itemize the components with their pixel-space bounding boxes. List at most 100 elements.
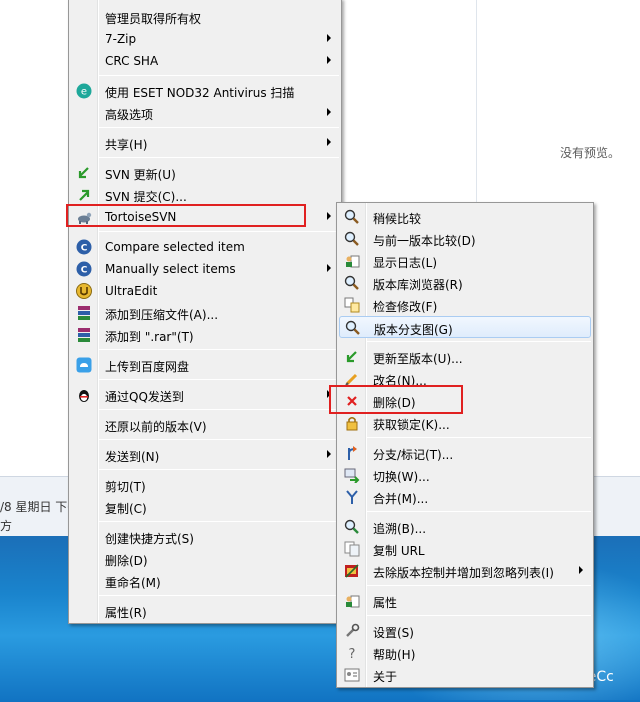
submenu-item-switch[interactable]: 切换(W)... [339, 464, 591, 486]
svn-update-icon [78, 167, 89, 179]
menu-separator [367, 615, 591, 616]
winrar-icon [78, 328, 90, 342]
submenu-item-merge[interactable]: 合并(M)... [339, 486, 591, 508]
ultraedit-icon [76, 283, 92, 299]
menu-item-add-to-archive[interactable]: 添加到压缩文件(A)... [71, 302, 339, 324]
submenu-item-check-modifications[interactable]: 检查修改(F) [339, 294, 591, 316]
menu-item-crc-sha[interactable]: CRC SHA [71, 50, 339, 72]
submenu-arrow-icon [327, 56, 331, 64]
submenu-arrow-icon [327, 34, 331, 42]
menu-item-advanced-options[interactable]: 高级选项 [71, 102, 339, 124]
menu-item-delete[interactable]: 删除(D) [71, 548, 339, 570]
menu-item-baidu-upload[interactable]: 上传到百度网盘 [71, 354, 339, 376]
menu-item-take-ownership[interactable]: 管理员取得所有权 [71, 6, 339, 28]
submenu-item-revision-graph[interactable]: 版本分支图(G) [339, 316, 591, 338]
submenu-item-help[interactable]: ? 帮助(H) [339, 642, 591, 664]
svg-text:?: ? [349, 647, 356, 661]
about-icon [344, 668, 360, 682]
submenu-item-copy-url[interactable]: 复制 URL [339, 538, 591, 560]
revision-graph-icon [345, 320, 360, 335]
switch-icon [344, 468, 360, 483]
lock-icon [346, 416, 358, 431]
menu-separator [99, 469, 339, 470]
submenu-item-blame[interactable]: 追溯(B)... [339, 516, 591, 538]
help-icon: ? [349, 647, 356, 661]
menu-separator [99, 439, 339, 440]
update-icon [346, 351, 357, 363]
menu-separator [367, 341, 591, 342]
settings-icon [346, 623, 360, 637]
menu-item-add-to-rar[interactable]: 添加到 ".rar"(T) [71, 324, 339, 346]
menu-separator [99, 379, 339, 380]
submenu-arrow-icon [327, 450, 331, 458]
magnifier-icon [344, 231, 359, 246]
menu-item-qq-send[interactable]: 通过QQ发送到 [71, 384, 339, 406]
menu-item-rename[interactable]: 重命名(M) [71, 570, 339, 592]
merge-icon [346, 490, 358, 504]
qq-icon [79, 390, 89, 402]
menu-item-restore-previous[interactable]: 还原以前的版本(V) [71, 414, 339, 436]
svg-text:C: C [81, 244, 88, 254]
menu-separator [99, 349, 339, 350]
submenu-arrow-icon [327, 264, 331, 272]
ignore-icon [345, 564, 359, 578]
compare-icon: C [76, 239, 92, 255]
submenu-item-settings[interactable]: 设置(S) [339, 620, 591, 642]
menu-separator [367, 585, 591, 586]
annotation-box-tortoisesvn [66, 204, 306, 227]
baidu-cloud-icon [76, 357, 92, 373]
blame-icon [344, 519, 359, 534]
no-preview-text: 没有预览。 [560, 146, 621, 160]
menu-separator [99, 75, 339, 76]
eset-icon: e [76, 83, 92, 99]
menu-item-copy[interactable]: 复制(C) [71, 496, 339, 518]
submenu-item-branch-tag[interactable]: 分支/标记(T)... [339, 442, 591, 464]
compare-icon: C [76, 261, 92, 277]
menu-item-compare-selected[interactable]: C Compare selected item [71, 236, 339, 258]
submenu-arrow-icon [579, 566, 583, 574]
submenu-item-repo-browser[interactable]: 版本库浏览器(R) [339, 272, 591, 294]
menu-separator [99, 595, 339, 596]
menu-separator [99, 409, 339, 410]
properties-icon [346, 595, 360, 608]
log-icon [346, 255, 360, 268]
menu-item-svn-update[interactable]: SVN 更新(U) [71, 162, 339, 184]
menu-item-ultraedit[interactable]: UltraEdit [71, 280, 339, 302]
copy-url-icon [344, 541, 360, 557]
menu-item-7zip[interactable]: 7-Zip [71, 28, 339, 50]
menu-item-share[interactable]: 共享(H) [71, 132, 339, 154]
winrar-icon [78, 306, 90, 320]
menu-item-create-shortcut[interactable]: 创建快捷方式(S) [71, 526, 339, 548]
svn-commit-icon [79, 189, 90, 201]
context-menu: 管理员取得所有权 7-Zip CRC SHA e 使用 ESET NOD32 A… [68, 0, 342, 624]
menu-item-cut[interactable]: 剪切(T) [71, 474, 339, 496]
submenu-item-about[interactable]: 关于 [339, 664, 591, 686]
submenu-item-show-log[interactable]: 显示日志(L) [339, 250, 591, 272]
submenu-item-get-lock[interactable]: 获取锁定(K)... [339, 412, 591, 434]
submenu-arrow-icon [327, 108, 331, 116]
submenu-item-unversion-ignore[interactable]: 去除版本控制并增加到忽略列表(I) [339, 560, 591, 582]
menu-item-manually-select[interactable]: C Manually select items [71, 258, 339, 280]
submenu-item-compare-later[interactable]: 稍候比较 [339, 206, 591, 228]
menu-separator [99, 157, 339, 158]
repo-browser-icon [344, 275, 359, 290]
menu-item-properties[interactable]: 属性(R) [71, 600, 339, 622]
submenu-arrow-icon [327, 138, 331, 146]
menu-item-eset-scan[interactable]: e 使用 ESET NOD32 Antivirus 扫描 [71, 80, 339, 102]
submenu-item-diff-previous[interactable]: 与前一版本比较(D) [339, 228, 591, 250]
menu-separator [99, 521, 339, 522]
magnifier-icon [344, 209, 359, 224]
menu-item-send-to[interactable]: 发送到(N) [71, 444, 339, 466]
branch-icon [348, 446, 357, 460]
menu-separator [367, 437, 591, 438]
tortoisesvn-submenu: 稍候比较 与前一版本比较(D) 显示日志(L) 版本库浏览器(R) 检查修改(F… [336, 202, 594, 688]
submenu-item-update-to-revision[interactable]: 更新至版本(U)... [339, 346, 591, 368]
svg-text:e: e [81, 87, 87, 98]
annotation-box-delete [329, 385, 463, 414]
submenu-item-properties[interactable]: 属性 [339, 590, 591, 612]
status-text: 方 [0, 519, 13, 533]
menu-item-svn-commit[interactable]: SVN 提交(C)... [71, 184, 339, 206]
submenu-arrow-icon [327, 212, 331, 220]
menu-separator [367, 511, 591, 512]
svg-text:C: C [81, 266, 88, 276]
